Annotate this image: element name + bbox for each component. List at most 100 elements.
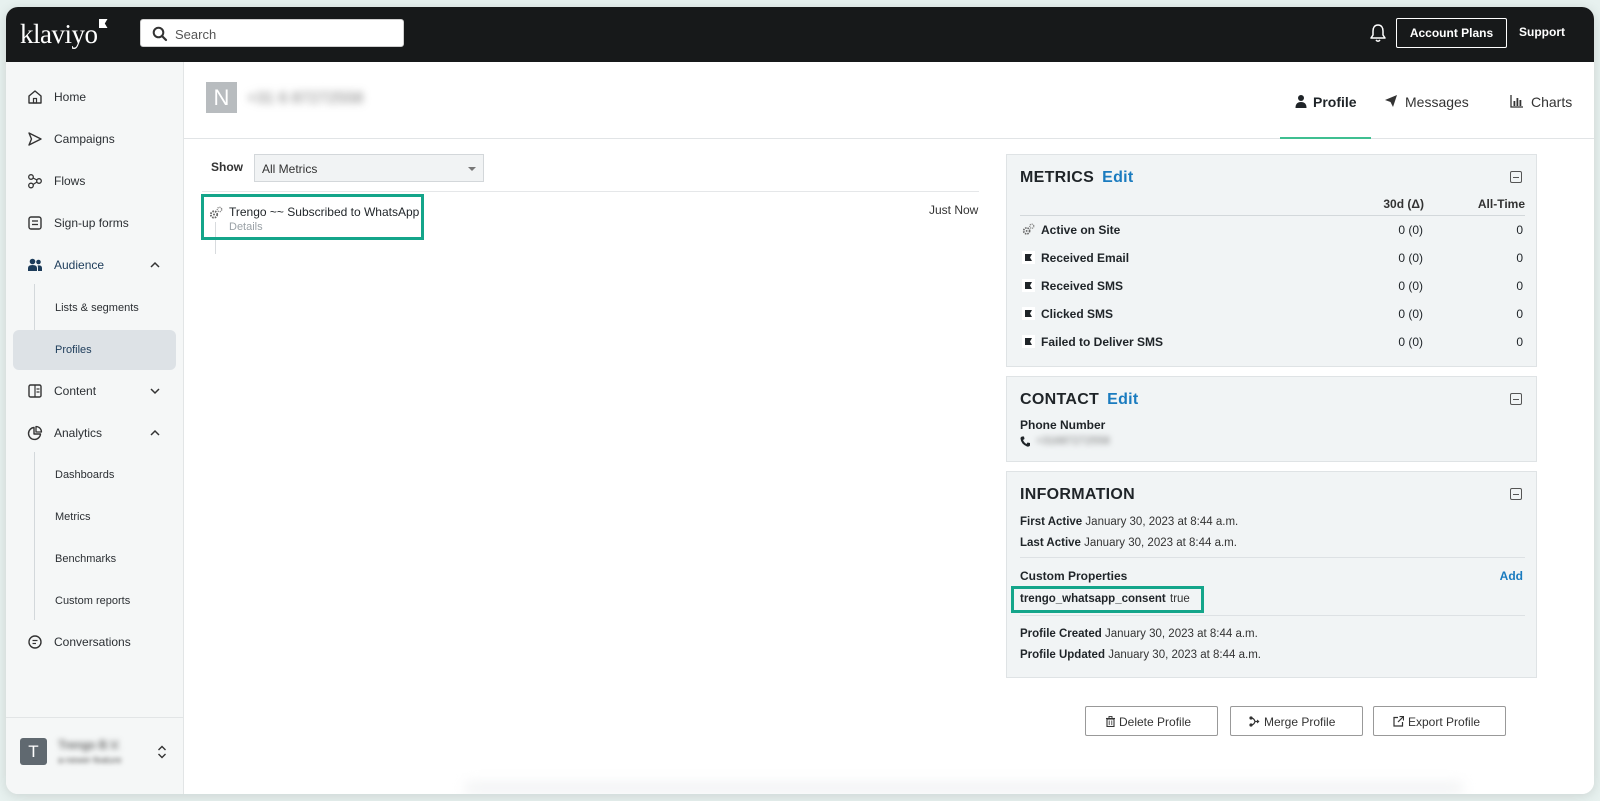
metric-row[interactable]: Active on Site 0 (0) 0	[1020, 216, 1525, 244]
sidebar-item-label: Lists & segments	[55, 302, 139, 314]
org-avatar: T	[20, 738, 47, 765]
sidebar-item-label: Home	[54, 90, 87, 104]
tab-label: Profile	[1313, 94, 1357, 110]
caret-down-icon	[468, 167, 476, 171]
chevron-up-down-icon[interactable]	[157, 744, 167, 760]
sidebar-item-metrics[interactable]: Metrics	[13, 497, 176, 537]
bar-chart-icon	[1510, 95, 1523, 108]
button-label: Export Profile	[1408, 715, 1481, 729]
metric-alltime: 0	[1516, 223, 1523, 237]
event-details-link[interactable]: Details	[229, 221, 263, 233]
edit-contact-link[interactable]: Edit	[1107, 391, 1138, 408]
export-profile-button[interactable]: Export Profile	[1373, 706, 1506, 736]
metric-row[interactable]: Received SMS 0 (0) 0	[1020, 272, 1525, 300]
property-value: true	[1170, 593, 1190, 605]
metric-row[interactable]: Clicked SMS 0 (0) 0	[1020, 300, 1525, 328]
metric-row[interactable]: Received Email 0 (0) 0	[1020, 244, 1525, 272]
metric-filter-select[interactable]: All Metrics	[254, 154, 484, 182]
phone-icon	[1020, 436, 1030, 447]
metric-30d: 0 (0)	[1398, 335, 1423, 349]
sidebar-item-lists-segments[interactable]: Lists & segments	[13, 288, 176, 328]
first-active-row: First Active January 30, 2023 at 8:44 a.…	[1020, 516, 1239, 528]
delete-profile-button[interactable]: Delete Profile	[1085, 706, 1218, 736]
sidebar-item-label: Audience	[54, 258, 105, 272]
sidebar-item-label: Custom reports	[55, 595, 131, 607]
select-value: All Metrics	[262, 162, 318, 176]
merge-profile-button[interactable]: Merge Profile	[1230, 706, 1363, 736]
event-highlight[interactable]: Trengo ~~ Subscribed to WhatsApp Details	[201, 194, 424, 240]
main-content: N +31 6 87272558 Profile Messages Charts…	[184, 62, 1594, 794]
collapse-icon[interactable]	[1510, 171, 1522, 183]
sidebar-item-label: Benchmarks	[55, 553, 117, 565]
last-active-row: Last Active January 30, 2023 at 8:44 a.m…	[1020, 537, 1237, 549]
klaviyo-logo[interactable]: klaviyo	[20, 19, 108, 50]
information-panel: INFORMATION First Active January 30, 202…	[1006, 471, 1537, 678]
sidebar-item-label: Campaigns	[54, 132, 115, 146]
flag-icon	[1022, 279, 1035, 292]
metric-alltime: 0	[1516, 307, 1523, 321]
contact-panel: CONTACT Edit Phone Number +31687272558	[1006, 376, 1537, 462]
flows-icon	[28, 174, 42, 189]
property-key: trengo_whatsapp_consent	[1020, 593, 1166, 605]
profile-avatar: N	[206, 82, 237, 113]
metric-name: Failed to Deliver SMS	[1041, 335, 1164, 349]
sidebar-item-dashboards[interactable]: Dashboards	[13, 455, 176, 495]
custom-property-highlight[interactable]: trengo_whatsapp_consent true	[1011, 586, 1204, 613]
external-link-icon	[1393, 716, 1404, 727]
divider	[1020, 557, 1525, 558]
chevron-down-icon[interactable]	[149, 385, 161, 397]
chevron-up-icon[interactable]	[149, 259, 161, 271]
account-plans-button[interactable]: Account Plans	[1396, 18, 1507, 48]
sidebar-item-signup-forms[interactable]: Sign-up forms	[13, 204, 176, 242]
metric-alltime: 0	[1516, 335, 1523, 349]
support-link[interactable]: Support	[1519, 25, 1565, 39]
search-input[interactable]	[175, 24, 395, 44]
panel-title: INFORMATION	[1020, 486, 1135, 503]
sidebar-item-custom-reports[interactable]: Custom reports	[13, 581, 176, 621]
account-switcher[interactable]: T Trengo B.V. a-newer-feature	[6, 717, 184, 794]
chevron-up-icon[interactable]	[149, 427, 161, 439]
flag-icon	[1022, 251, 1035, 264]
edit-metrics-link[interactable]: Edit	[1102, 169, 1133, 186]
collapse-icon[interactable]	[1510, 488, 1522, 500]
profile-created-row: Profile Created January 30, 2023 at 8:44…	[1020, 628, 1258, 640]
sidebar-item-flows[interactable]: Flows	[13, 162, 176, 200]
sidebar-item-label: Dashboards	[55, 469, 115, 481]
sidebar-item-audience[interactable]: Audience	[13, 246, 176, 284]
add-property-link[interactable]: Add	[1500, 569, 1523, 583]
bell-icon[interactable]	[1369, 23, 1387, 43]
profile-updated-row: Profile Updated January 30, 2023 at 8:44…	[1020, 649, 1261, 661]
sidebar-item-home[interactable]: Home	[13, 78, 176, 116]
metric-alltime: 0	[1516, 279, 1523, 293]
column-header-alltime: All-Time	[1477, 197, 1525, 211]
sidebar-item-campaigns[interactable]: Campaigns	[13, 120, 176, 158]
search-box[interactable]	[140, 19, 404, 47]
metrics-panel: METRICS Edit 30d (Δ) All-Time Active on S…	[1006, 154, 1537, 367]
flag-icon	[1022, 307, 1035, 320]
panel-title: CONTACT Edit	[1020, 391, 1139, 408]
tab-charts[interactable]: Charts	[1510, 85, 1590, 139]
divider	[202, 191, 979, 192]
user-icon	[1295, 95, 1307, 108]
metric-30d: 0 (0)	[1398, 223, 1423, 237]
audience-icon	[28, 258, 42, 271]
chat-icon	[28, 635, 42, 649]
gears-icon	[1022, 223, 1035, 235]
sidebar-item-content[interactable]: Content	[13, 372, 176, 410]
content-icon	[28, 384, 42, 398]
sidebar-item-profiles[interactable]: Profiles	[13, 330, 176, 370]
metric-row[interactable]: Failed to Deliver SMS 0 (0) 0	[1020, 328, 1525, 356]
column-header-30d: 30d (Δ)	[1383, 197, 1424, 211]
tab-messages[interactable]: Messages	[1384, 85, 1484, 139]
tab-profile[interactable]: Profile	[1280, 85, 1371, 139]
collapse-icon[interactable]	[1510, 393, 1522, 405]
metric-30d: 0 (0)	[1398, 279, 1423, 293]
sidebar-item-benchmarks[interactable]: Benchmarks	[13, 539, 176, 579]
sidebar-item-conversations[interactable]: Conversations	[13, 623, 176, 661]
sidebar-item-analytics[interactable]: Analytics	[13, 414, 176, 452]
gears-icon	[209, 206, 223, 219]
tab-label: Charts	[1531, 94, 1573, 110]
sidebar-item-label: Conversations	[54, 635, 131, 649]
org-subtitle: a-newer-feature	[58, 755, 122, 765]
paper-plane-icon	[1385, 95, 1397, 107]
